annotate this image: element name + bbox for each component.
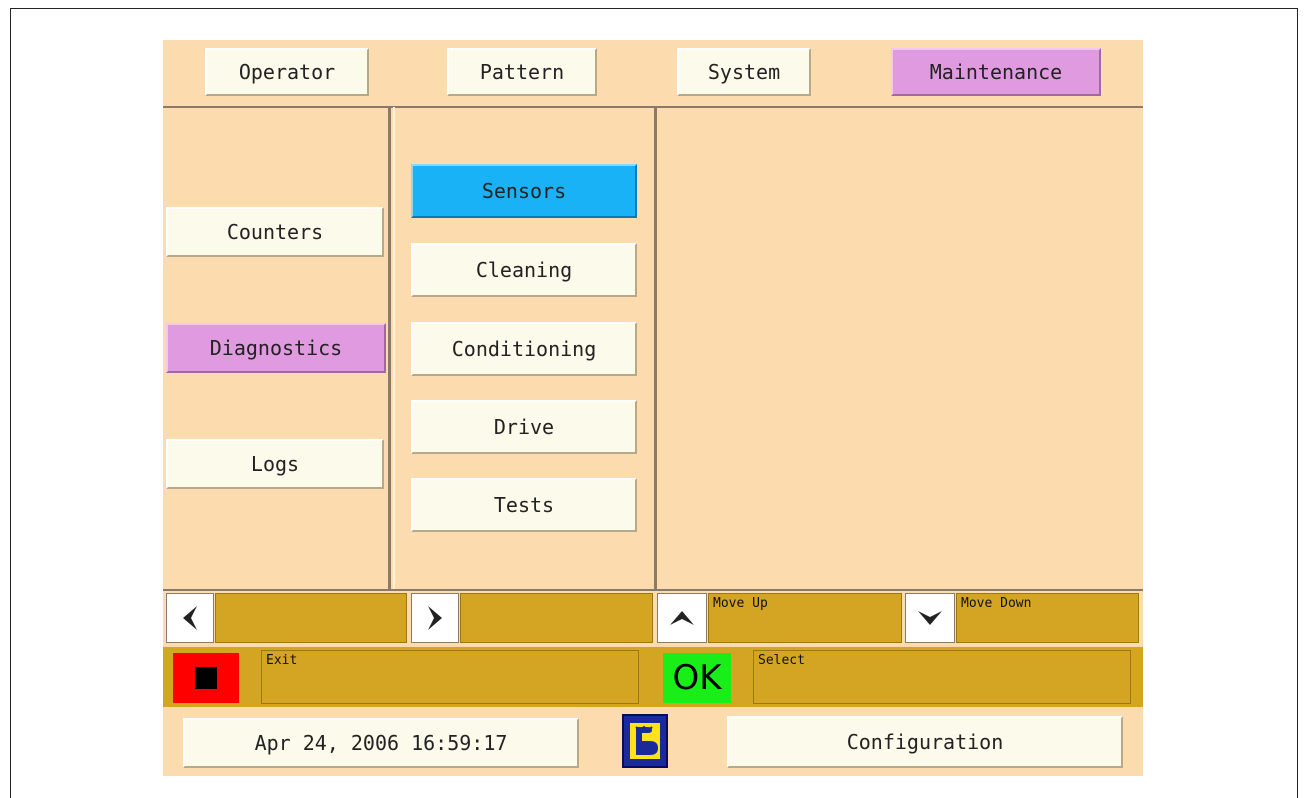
stop-icon xyxy=(195,667,217,689)
ok-button[interactable]: OK xyxy=(663,653,731,703)
right-column-divider xyxy=(654,107,657,589)
submenu-conditioning[interactable]: Conditioning xyxy=(411,322,637,376)
menu-logs[interactable]: Logs xyxy=(166,439,384,489)
submenu-cleaning[interactable]: Cleaning xyxy=(411,243,637,297)
tab-bar: Operator Pattern System Maintenance xyxy=(163,40,1143,107)
arrow-up-icon[interactable] xyxy=(657,593,707,643)
tab-maintenance[interactable]: Maintenance xyxy=(891,48,1101,96)
arrow-left-icon[interactable] xyxy=(166,593,214,643)
tab-pattern[interactable]: Pattern xyxy=(447,48,597,96)
right-nav-field xyxy=(460,593,653,643)
tab-operator[interactable]: Operator xyxy=(205,48,369,96)
select-label: Select xyxy=(753,650,1131,704)
submenu-sensors[interactable]: Sensors xyxy=(411,164,637,218)
middle-column-divider xyxy=(393,107,395,589)
configuration-button[interactable]: Configuration xyxy=(727,716,1123,768)
brand-logo-icon xyxy=(622,714,668,768)
menu-counters[interactable]: Counters xyxy=(166,207,384,257)
nav-divider xyxy=(163,589,1143,591)
move-up-label: Move Up xyxy=(708,593,902,643)
move-down-label: Move Down xyxy=(956,593,1139,643)
tab-divider xyxy=(163,106,1143,108)
left-column-divider xyxy=(388,107,391,589)
left-nav-field xyxy=(215,593,407,643)
submenu-tests[interactable]: Tests xyxy=(411,478,637,532)
arrow-down-icon[interactable] xyxy=(905,593,955,643)
exit-label: Exit xyxy=(261,650,639,704)
tab-system[interactable]: System xyxy=(677,48,811,96)
menu-diagnostics[interactable]: Diagnostics xyxy=(166,323,386,373)
submenu-drive[interactable]: Drive xyxy=(411,400,637,454)
arrow-right-icon[interactable] xyxy=(411,593,459,643)
control-panel: Operator Pattern System Maintenance Coun… xyxy=(163,40,1143,776)
exit-button[interactable] xyxy=(173,653,239,703)
datetime-display: Apr 24, 2006 16:59:17 xyxy=(183,718,579,768)
